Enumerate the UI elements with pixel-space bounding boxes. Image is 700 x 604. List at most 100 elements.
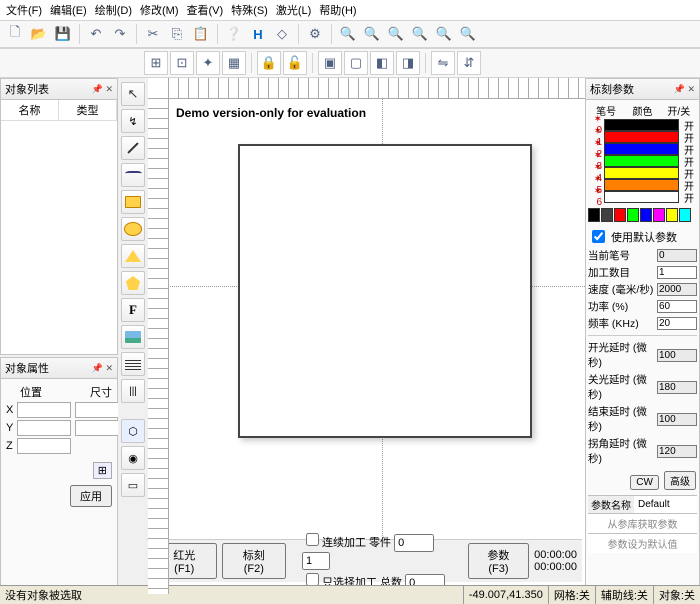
object-list-panel: 对象列表📌 ✕ 名称 类型: [0, 78, 118, 355]
y-field[interactable]: [17, 420, 71, 436]
corner-delay-field[interactable]: [657, 445, 697, 458]
pin-icon[interactable]: 📌 ✕: [92, 84, 113, 95]
advanced-button[interactable]: 高级: [664, 471, 696, 490]
text-tool[interactable]: F: [121, 298, 145, 322]
freq-field[interactable]: [657, 317, 697, 330]
end-delay-field[interactable]: [657, 413, 697, 426]
load-params-button[interactable]: 从参库获取参数: [606, 514, 680, 533]
zoom-fit-icon[interactable]: 🔍: [385, 23, 407, 45]
menu-laser[interactable]: 激光(L): [276, 2, 311, 18]
use-default-checkbox[interactable]: [592, 230, 605, 243]
unlock-icon[interactable]: 🔓: [283, 51, 307, 75]
zoom-in-icon[interactable]: 🔍: [337, 23, 359, 45]
layer-back-icon[interactable]: ◨: [396, 51, 420, 75]
zoom-out-icon[interactable]: 🔍: [361, 23, 383, 45]
snap-guide-icon[interactable]: ✦: [196, 51, 220, 75]
cut-icon[interactable]: ✂: [142, 23, 164, 45]
part-field[interactable]: [394, 534, 434, 552]
param-name-value[interactable]: Default: [634, 499, 674, 510]
encoder-tool[interactable]: ◉: [121, 446, 145, 470]
new-icon[interactable]: 🗋: [4, 23, 26, 45]
ellipse-tool[interactable]: [121, 217, 145, 241]
count-field[interactable]: [657, 266, 697, 279]
lock-icon[interactable]: 🔒: [257, 51, 281, 75]
mirror-v-icon[interactable]: ⇵: [457, 51, 481, 75]
mirror-h-icon[interactable]: ⇋: [431, 51, 455, 75]
canvas[interactable]: Demo version-only for evaluation: [168, 98, 585, 594]
pin-icon[interactable]: 📌 ✕: [674, 84, 695, 95]
mark-button[interactable]: 标刻 (F2): [222, 543, 287, 579]
palette-swatch[interactable]: [601, 208, 613, 222]
redo-icon[interactable]: ↷: [109, 23, 131, 45]
zoom-sel-icon[interactable]: 🔍: [409, 23, 431, 45]
menu-edit[interactable]: 编辑(E): [50, 2, 87, 18]
menu-view[interactable]: 查看(V): [187, 2, 224, 18]
palette-swatch[interactable]: [640, 208, 652, 222]
array-icon[interactable]: ⊞: [93, 462, 112, 479]
group-icon[interactable]: ▣: [318, 51, 342, 75]
apply-button[interactable]: 应用: [70, 485, 112, 507]
col-type: 类型: [59, 100, 117, 120]
menu-file[interactable]: 文件(F): [6, 2, 42, 18]
palette-swatch[interactable]: [614, 208, 626, 222]
pentagon-tool[interactable]: [121, 271, 145, 295]
text-tool-icon[interactable]: H: [247, 23, 269, 45]
palette-swatch[interactable]: [627, 208, 639, 222]
freq-label: 频率 (KHz): [588, 316, 655, 331]
menu-draw[interactable]: 绘制(D): [95, 2, 132, 18]
on-delay-field[interactable]: [657, 349, 697, 362]
show-grid-icon[interactable]: ▦: [222, 51, 246, 75]
pos-label: 位置: [20, 384, 42, 400]
pen-no-field[interactable]: [657, 249, 697, 262]
copy-icon[interactable]: ⎘: [166, 23, 188, 45]
layer-front-icon[interactable]: ◧: [370, 51, 394, 75]
cw-button[interactable]: CW: [630, 475, 659, 490]
palette-swatch[interactable]: [666, 208, 678, 222]
select-tool[interactable]: ↖: [121, 82, 145, 106]
x-field[interactable]: [17, 402, 71, 418]
ruler-vertical: [148, 98, 169, 594]
zoom-all-icon[interactable]: 🔍: [433, 23, 455, 45]
help-icon[interactable]: ❔: [223, 23, 245, 45]
object-list-body[interactable]: [1, 121, 117, 354]
snap-obj-icon[interactable]: ⊡: [170, 51, 194, 75]
menu-help[interactable]: 帮助(H): [319, 2, 356, 18]
speed-field[interactable]: [657, 283, 697, 296]
curve-tool[interactable]: [121, 163, 145, 187]
off-delay-field[interactable]: [657, 381, 697, 394]
pen-row[interactable]: ✶ 6开: [588, 191, 697, 203]
total-parts-field[interactable]: [302, 552, 330, 570]
menu-special[interactable]: 特殊(S): [231, 2, 268, 18]
power-field[interactable]: [657, 300, 697, 313]
palette-swatch[interactable]: [679, 208, 691, 222]
snap-grid-icon[interactable]: ⊞: [144, 51, 168, 75]
paste-icon[interactable]: 📋: [190, 23, 212, 45]
line-tool[interactable]: [121, 136, 145, 160]
settings-icon[interactable]: ⚙: [304, 23, 326, 45]
save-params-button[interactable]: 参数设为默认值: [606, 534, 680, 553]
menu-modify[interactable]: 修改(M): [140, 2, 179, 18]
rect-tool[interactable]: [121, 190, 145, 214]
image-tool[interactable]: [121, 325, 145, 349]
mark-params-panel: 标刻参数📌 ✕ 笔号颜色开/关 ✶ 0开✶ 1开✶ 2开✶ 3开✶ 4开✶ 5开…: [585, 78, 700, 594]
node-tool[interactable]: ↯: [121, 109, 145, 133]
open-icon[interactable]: 📂: [28, 23, 50, 45]
y-label: Y: [6, 422, 13, 434]
z-field[interactable]: [17, 438, 71, 454]
hatch-tool[interactable]: [121, 352, 145, 376]
zoom-page-icon[interactable]: 🔍: [457, 23, 479, 45]
barcode-tool[interactable]: |||: [121, 379, 145, 403]
save-icon[interactable]: 💾: [52, 23, 74, 45]
node-icon[interactable]: ◇: [271, 23, 293, 45]
port-tool[interactable]: ⬡: [121, 419, 145, 443]
undo-icon[interactable]: ↶: [85, 23, 107, 45]
polygon-tool[interactable]: [121, 244, 145, 268]
continuous-checkbox[interactable]: [306, 533, 319, 546]
palette-swatch[interactable]: [588, 208, 600, 222]
ungroup-icon[interactable]: ▢: [344, 51, 368, 75]
extend-tool[interactable]: ▭: [121, 473, 145, 497]
end-delay-label: 结束延时 (微秒): [588, 404, 655, 434]
param-button[interactable]: 参数(F3): [468, 543, 530, 579]
pin-icon[interactable]: 📌 ✕: [92, 363, 113, 374]
palette-swatch[interactable]: [653, 208, 665, 222]
